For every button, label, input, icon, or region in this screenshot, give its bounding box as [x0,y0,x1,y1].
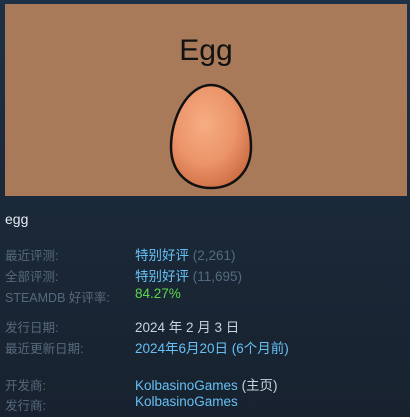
release-date-value: 2024 年 2 月 3 日 [135,320,240,335]
recent-reviews-label: 最近评测: [5,249,59,263]
all-review-count: (11,695) [192,269,243,284]
steamdb-rating-label: STEAMDB 好评率: [5,291,110,305]
recent-reviews-value[interactable]: 特别好评 (2,261) [135,244,236,264]
last-update-link[interactable]: 2024年6月20日 (6个月前) [135,337,289,357]
developer-value: KolbasinoGames (主页) [135,374,278,394]
developer-homepage-link[interactable]: (主页) [238,378,278,393]
all-reviews-label: 全部评测: [5,270,59,284]
all-review-summary[interactable]: 特别好评 [135,269,189,284]
capsule-title: Egg [179,34,233,67]
game-title: egg [5,211,29,227]
game-capsule-image[interactable]: Egg [5,4,407,196]
publisher-link[interactable]: KolbasinoGames [135,394,238,409]
release-date-label: 发行日期: [5,321,59,335]
last-update-label: 最近更新日期: [5,342,84,356]
recent-review-count: (2,261) [192,248,236,263]
recent-review-summary[interactable]: 特别好评 [135,248,189,263]
game-info-panel: Egg egg 最近评测: 特别好评 (2,261) 全部评测: 特别好评 (1… [0,0,410,417]
developer-link[interactable]: KolbasinoGames [135,378,238,393]
steamdb-rating-value[interactable]: 84.27% [135,286,181,301]
publisher-label: 发行商: [5,399,46,413]
all-reviews-value[interactable]: 特别好评 (11,695) [135,265,242,285]
egg-illustration-icon [169,83,253,190]
developer-label: 开发商: [5,379,46,393]
